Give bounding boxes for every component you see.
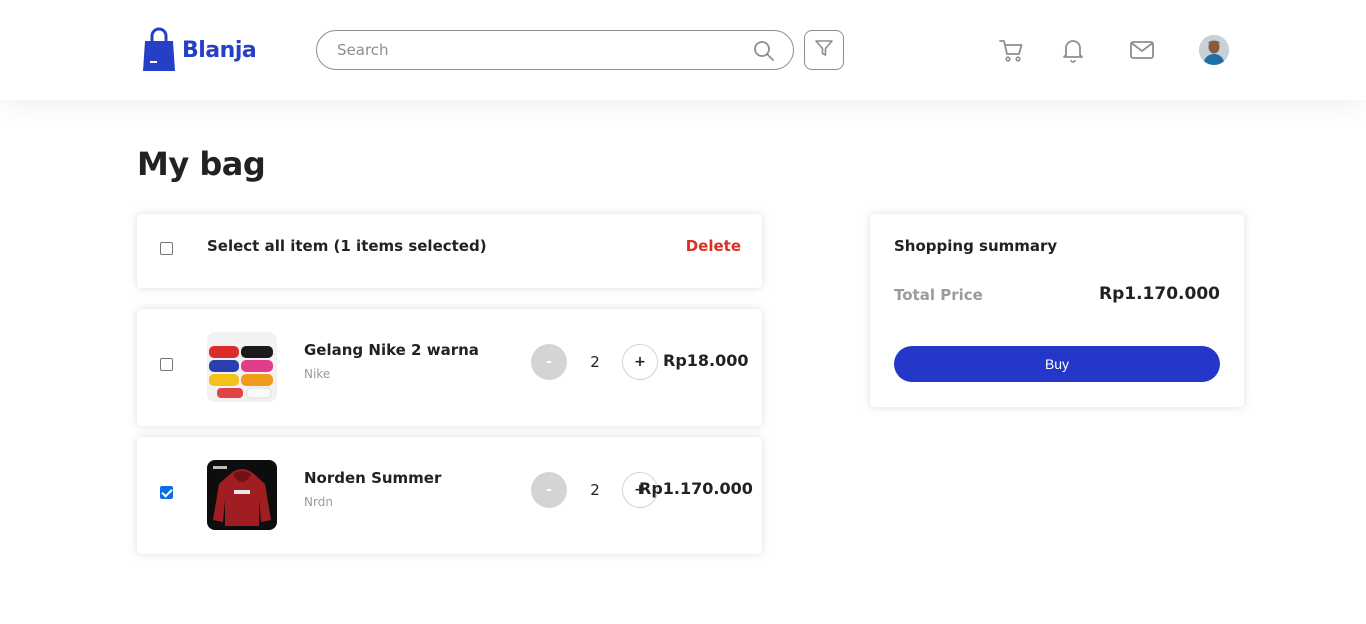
item-price: Rp1.170.000	[639, 479, 753, 498]
bell-icon[interactable]	[1059, 36, 1087, 64]
logo[interactable]: Blanja	[142, 27, 257, 73]
item-brand: Nike	[304, 367, 331, 381]
filter-icon	[814, 38, 834, 62]
total-price-value: Rp1.170.000	[1099, 284, 1220, 304]
product-image-bracelets[interactable]	[207, 332, 277, 402]
bag-item: Gelang Nike 2 warna Nike - 2 + Rp18.000	[137, 309, 762, 426]
search-icon[interactable]	[753, 40, 775, 62]
quantity-value: 2	[590, 353, 600, 371]
delete-button[interactable]: Delete	[686, 237, 741, 255]
select-all-label: Select all item (1 items selected)	[207, 237, 487, 255]
page-title: My bag	[137, 145, 266, 183]
quantity-value: 2	[590, 481, 600, 499]
item-checkbox[interactable]	[160, 486, 173, 499]
navbar: Blanja	[0, 0, 1366, 100]
quantity-plus-button[interactable]: +	[622, 344, 658, 380]
total-price-label: Total Price	[894, 286, 983, 304]
item-name[interactable]: Norden Summer	[304, 469, 441, 487]
item-price: Rp18.000	[663, 351, 749, 370]
item-checkbox[interactable]	[160, 358, 173, 371]
shopping-bag-icon	[142, 27, 176, 73]
avatar[interactable]	[1199, 35, 1229, 65]
search-input[interactable]	[337, 31, 757, 69]
bag-item: Norden Summer Nrdn - 2 + Rp1.170.000	[137, 437, 762, 554]
search-bar	[316, 30, 794, 70]
select-all-checkbox[interactable]	[160, 242, 173, 255]
product-image-hoodie[interactable]	[207, 460, 277, 530]
quantity-minus-button[interactable]: -	[531, 344, 567, 380]
filter-button[interactable]	[804, 30, 844, 70]
mail-icon[interactable]	[1128, 36, 1156, 64]
item-brand: Nrdn	[304, 495, 333, 509]
buy-button[interactable]: Buy	[894, 346, 1220, 382]
logo-text: Blanja	[182, 37, 257, 63]
summary-title: Shopping summary	[894, 237, 1058, 255]
select-all-card: Select all item (1 items selected) Delet…	[137, 214, 762, 288]
shopping-summary-card: Shopping summary Total Price Rp1.170.000…	[870, 214, 1244, 407]
quantity-minus-button[interactable]: -	[531, 472, 567, 508]
cart-icon[interactable]	[997, 36, 1025, 64]
item-name[interactable]: Gelang Nike 2 warna	[304, 341, 479, 359]
